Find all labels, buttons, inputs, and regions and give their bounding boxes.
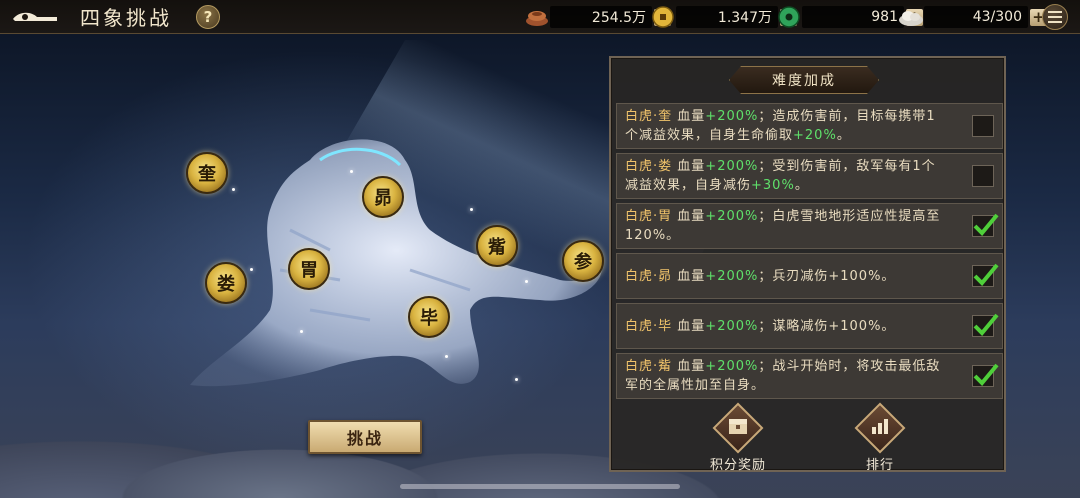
constellation-node-zi[interactable]: 觜 bbox=[476, 225, 518, 267]
bonus-checkbox-checked[interactable] bbox=[972, 263, 999, 287]
ranking-bars-icon bbox=[854, 402, 906, 454]
constellation-node-wei[interactable]: 胃 bbox=[288, 248, 330, 290]
bonus-text: 白虎·昴 血量+200%；兵刃减伤+100%。 bbox=[625, 268, 896, 284]
points-reward-button[interactable]: 积分奖励 bbox=[703, 402, 773, 473]
panel-title: 难度加成 bbox=[729, 66, 879, 94]
star-dot bbox=[300, 330, 303, 333]
checkmark-icon bbox=[973, 313, 999, 336]
ranking-button[interactable]: 排行 bbox=[845, 402, 915, 473]
menu-icon bbox=[1048, 11, 1062, 23]
back-arrow-icon bbox=[13, 12, 57, 21]
bonus-checkbox-checked[interactable] bbox=[972, 363, 999, 387]
white-tiger-illustration bbox=[190, 139, 603, 387]
checkmark-icon bbox=[973, 213, 999, 236]
ranking-label: 排行 bbox=[865, 458, 894, 473]
star-dot bbox=[515, 378, 518, 381]
bonus-item: 白虎·昴 血量+200%；兵刃减伤+100%。 bbox=[616, 253, 1003, 299]
challenge-button[interactable]: 挑战 bbox=[308, 420, 422, 454]
gold-value: 1.347万 bbox=[676, 6, 778, 28]
jade-value: 981 bbox=[802, 6, 904, 28]
checkmark-icon bbox=[973, 363, 999, 386]
page-title: 四象挑战 bbox=[80, 6, 172, 30]
star-dot bbox=[445, 355, 448, 358]
bonus-item: 白虎·奎 血量+200%；造成伤害前，目标每携带1个减益效果，自身生命偷取+20… bbox=[616, 103, 1003, 149]
bonus-item: 白虎·觜 血量+200%；战斗开始时，将攻击最低敌军的全属性加至自身。 bbox=[616, 353, 1003, 399]
constellation-node-mao[interactable]: 昴 bbox=[362, 176, 404, 218]
copper-value: 254.5万 bbox=[550, 6, 652, 28]
bonus-checkbox[interactable] bbox=[972, 165, 994, 187]
constellation-node-bi[interactable]: 毕 bbox=[408, 296, 450, 338]
checkmark-icon bbox=[973, 263, 999, 286]
reward-chest-icon bbox=[712, 402, 764, 454]
star-dot bbox=[250, 268, 253, 271]
jade-icon bbox=[776, 6, 802, 28]
bonus-text: 白虎·奎 血量+200%；造成伤害前，目标每携带1个减益效果，自身生命偷取+20… bbox=[625, 109, 936, 143]
bonus-text: 白虎·娄 血量+200%；受到伤害前，敌军每有1个减益效果，自身减伤+30%。 bbox=[625, 159, 936, 193]
resource-gold: 1.347万 + bbox=[650, 5, 797, 29]
resource-stamina: 43/300 + bbox=[898, 5, 1047, 29]
star-dot bbox=[525, 280, 528, 283]
star-dot bbox=[470, 208, 473, 211]
back-button[interactable] bbox=[0, 0, 70, 34]
help-button[interactable]: ? bbox=[196, 4, 220, 29]
constellation-node-lou[interactable]: 娄 bbox=[205, 262, 247, 304]
bonus-checkbox[interactable] bbox=[972, 115, 994, 137]
resource-copper: 254.5万 + bbox=[524, 5, 671, 29]
constellation-node-kui[interactable]: 奎 bbox=[186, 152, 228, 194]
difficulty-bonus-panel: 难度加成 白虎·奎 血量+200%；造成伤害前，目标每携带1个减益效果，自身生命… bbox=[609, 56, 1006, 473]
star-dot bbox=[350, 170, 353, 173]
home-indicator[interactable] bbox=[400, 484, 680, 489]
copper-coins-icon bbox=[524, 6, 550, 28]
bonus-item: 白虎·娄 血量+200%；受到伤害前，敌军每有1个减益效果，自身减伤+30%。 bbox=[616, 153, 1003, 199]
gold-coin-icon bbox=[650, 6, 676, 28]
menu-button[interactable] bbox=[1042, 4, 1068, 30]
stamina-value: 43/300 bbox=[924, 6, 1028, 28]
bonus-checkbox-checked[interactable] bbox=[972, 313, 999, 337]
bonus-item: 白虎·毕 血量+200%；谋略减伤+100%。 bbox=[616, 303, 1003, 349]
bonus-text: 白虎·毕 血量+200%；谋略减伤+100%。 bbox=[625, 318, 896, 334]
bonus-item: 白虎·胃 血量+200%；白虎雪地地形适应性提高至120%。 bbox=[616, 203, 1003, 249]
star-dot bbox=[232, 188, 235, 191]
constellation-node-shen[interactable]: 参 bbox=[562, 240, 604, 282]
points-reward-label: 积分奖励 bbox=[709, 458, 766, 473]
stamina-icon bbox=[898, 6, 924, 28]
bonus-text: 白虎·胃 血量+200%；白虎雪地地形适应性提高至120%。 bbox=[625, 209, 941, 243]
bonus-checkbox-checked[interactable] bbox=[972, 213, 999, 237]
bonus-text: 白虎·觜 血量+200%；战斗开始时，将攻击最低敌军的全属性加至自身。 bbox=[625, 359, 941, 393]
